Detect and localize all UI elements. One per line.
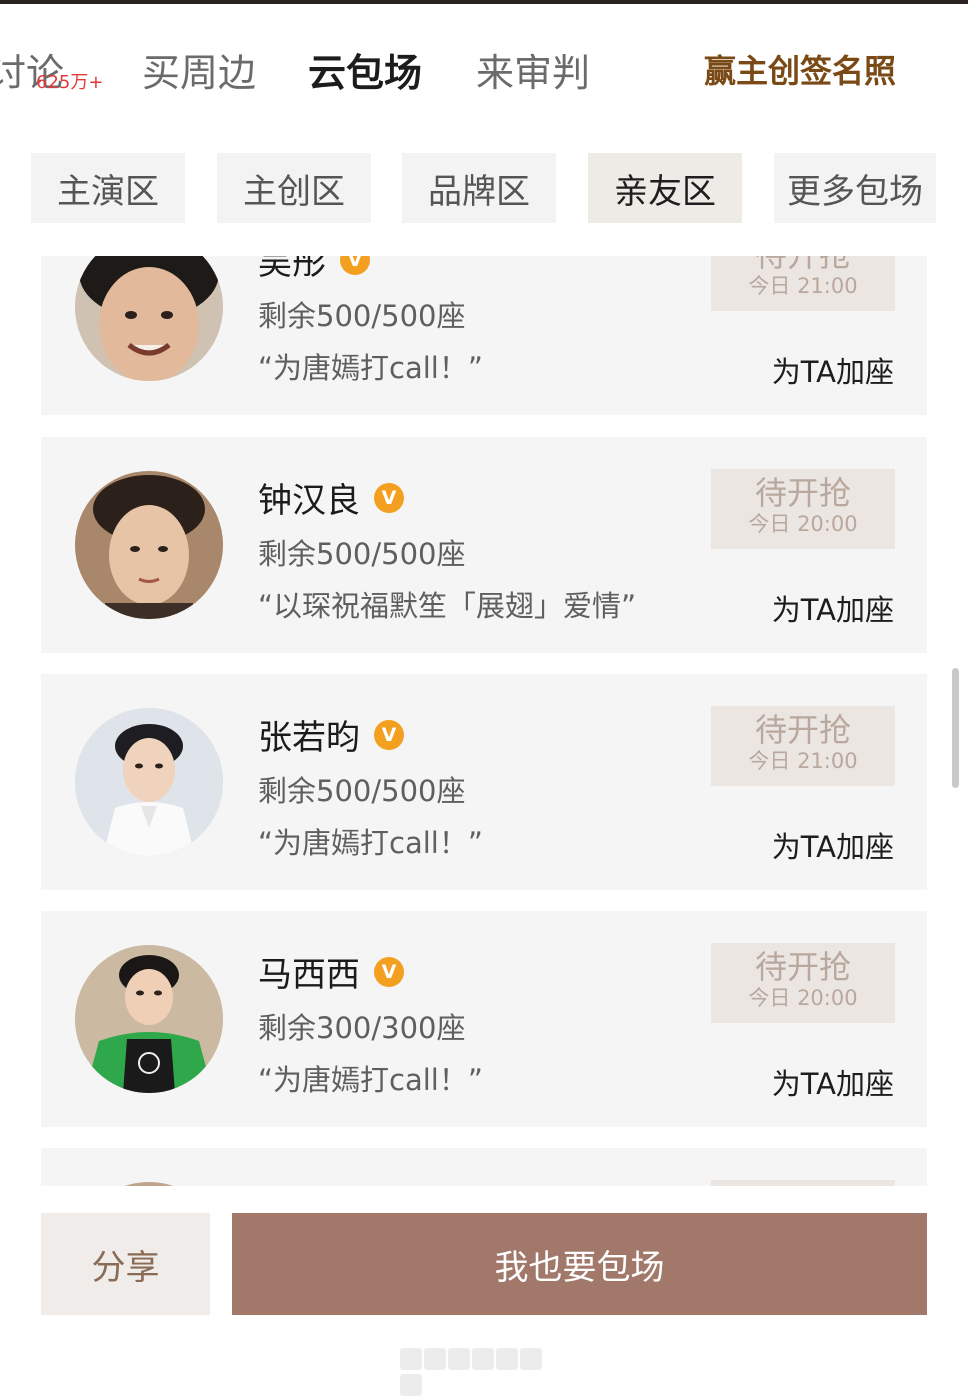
name-text: 吴彤 [258,256,326,283]
avatar[interactable] [75,708,223,856]
button-time: 今日 20:00 [748,986,858,1010]
screening-card: 吴彤 V 剩余500/500座 “为唐嫣打call！” 待开抢 今日 21:00… [41,256,927,415]
pending-grab-button[interactable]: 待开抢 今日 21:00 [711,706,895,786]
avatar-image-icon [75,256,223,381]
tab-judge[interactable]: 来审判 [476,42,590,97]
seat-count: 剩余500/500座 [258,537,466,571]
add-seat-link[interactable]: 为TA加座 [772,1061,894,1103]
chip-brand-area[interactable]: 品牌区 [402,153,556,223]
card-message: “为唐嫣打call！” [258,351,483,385]
pending-grab-button[interactable]: 待开抢 今日 20:00 [711,943,895,1023]
bottom-action-bar: 分享 我也要包场 [0,1186,968,1396]
chip-creator-area[interactable]: 主创区 [217,153,371,223]
tab-merch[interactable]: 买周边 [142,42,256,97]
card-name: 张若昀 V [258,710,404,759]
watermark [400,1348,565,1396]
seat-count: 剩余300/300座 [258,1011,466,1045]
add-seat-link[interactable]: 为TA加座 [772,824,894,866]
chip-more-screenings[interactable]: 更多包场 [774,153,936,223]
screening-card: 钟汉良 V 剩余500/500座 “以琛祝福默笙「展翅」爱情” 待开抢 今日 2… [41,437,927,653]
name-text: 张若昀 [258,718,360,758]
screening-card: 马西西 V 剩余300/300座 “为唐嫣打call！” 待开抢 今日 20:0… [41,911,927,1127]
verified-icon: V [374,482,404,513]
avatar[interactable] [75,945,223,1093]
pending-grab-button[interactable]: 待开抢 今日 20:00 [711,469,895,549]
book-screening-button[interactable]: 我也要包场 [232,1213,927,1315]
pending-grab-button[interactable]: 待开抢 今日 21:00 [711,256,895,311]
card-message: “为唐嫣打call！” [258,826,483,860]
button-title: 待开抢 [754,711,851,749]
scrollbar[interactable] [952,668,959,788]
card-message: “以琛祝福默笙「展翅」爱情” [258,589,637,623]
screening-card: 张若昀 V 剩余500/500座 “为唐嫣打call！” 待开抢 今日 21:0… [41,674,927,890]
name-text: 钟汉良 [258,481,360,521]
button-title: 待开抢 [711,256,895,273]
screening-list: 吴彤 V 剩余500/500座 “为唐嫣打call！” 待开抢 今日 21:00… [0,256,968,1186]
chip-friends-area[interactable]: 亲友区 [588,153,742,223]
promo-link[interactable]: 赢主创签名照 [704,46,896,92]
avatar[interactable] [75,256,223,381]
button-time: 今日 21:00 [748,749,858,773]
avatar-image-icon [75,708,223,856]
add-seat-link[interactable]: 为TA加座 [772,587,894,629]
seat-count: 剩余500/500座 [258,299,466,333]
verified-icon: V [340,256,370,275]
button-title: 待开抢 [754,948,851,986]
screening-card [41,1148,927,1186]
card-name: 钟汉良 V [258,473,404,522]
name-text: 马西西 [258,955,360,995]
share-button[interactable]: 分享 [41,1213,210,1315]
avatar-image-icon [75,471,223,619]
top-strip [0,0,968,4]
button-time: 今日 21:00 [748,274,858,298]
discuss-count-badge: 625万+ [36,72,104,93]
tab-discuss[interactable]: 讨论 625万+ [0,42,103,97]
avatar-image-icon [75,945,223,1093]
button-time: 今日 20:00 [748,512,858,536]
card-name: 马西西 V [258,947,404,996]
verified-icon: V [374,719,404,750]
verified-icon: V [374,956,404,987]
card-message: “为唐嫣打call！” [258,1063,483,1097]
avatar[interactable] [75,471,223,619]
seat-count: 剩余500/500座 [258,774,466,808]
tab-screening[interactable]: 云包场 [308,42,422,97]
chip-lead-area[interactable]: 主演区 [31,153,185,223]
button-title: 待开抢 [754,474,851,512]
card-name: 吴彤 V [258,256,370,284]
top-tab-bar: 讨论 625万+ 买周边 云包场 来审判 赢主创签名照 [0,10,968,120]
add-seat-link[interactable]: 为TA加座 [772,349,894,391]
